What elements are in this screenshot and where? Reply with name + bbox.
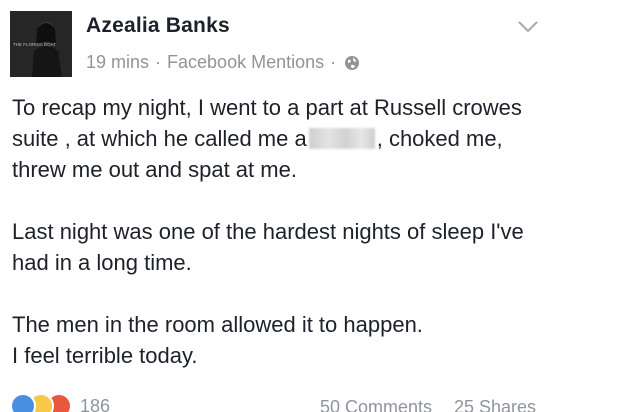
paragraph: Last night was one of the hardest nights… [12,216,572,278]
post-source[interactable]: Facebook Mentions [167,52,324,73]
redacted-word [308,128,375,149]
meta-separator: · [330,52,337,72]
meta-separator: · [155,52,162,72]
text-segment: , choked me, [376,126,503,151]
text-line: To recap my night, I went to a part at R… [12,95,522,120]
reactions-summary[interactable]: 186 [10,393,110,412]
chevron-down-icon[interactable] [516,19,540,35]
paragraph: To recap my night, I went to a part at R… [12,92,572,185]
text-line: threw me out and spat at me. [12,157,297,182]
text-line: had in a long time. [12,250,192,275]
text-line: I feel terrible today. [12,343,198,368]
post-time[interactable]: 19 mins [86,52,149,73]
text-line: The men in the room allowed it to happen… [12,312,423,337]
avatar[interactable]: THE FLORIDA GOAT [10,11,72,77]
paragraph: The men in the room allowed it to happen… [12,309,572,371]
shares-link[interactable]: 25 Shares [454,397,536,412]
comments-link[interactable]: 50 Comments [320,397,432,412]
post-footer: 186 50 Comments 25 Shares [10,393,610,412]
text-line: Last night was one of the hardest nights… [12,219,524,244]
post-meta: 19 mins · Facebook Mentions · [86,52,360,73]
text-segment: suite , at which he called me a [12,126,307,151]
post-body: To recap my night, I went to a part at R… [12,92,572,371]
text-line: suite , at which he called me a , choked … [12,123,572,154]
like-icon [10,393,36,412]
globe-icon[interactable] [344,55,360,71]
author-name[interactable]: Azealia Banks [86,14,230,38]
avatar-text: THE FLORIDA GOAT [13,42,56,47]
facebook-post: THE FLORIDA GOAT Azealia Banks 19 mins ·… [0,0,618,412]
reaction-count[interactable]: 186 [80,396,110,412]
avatar-image: THE FLORIDA GOAT [10,11,72,77]
